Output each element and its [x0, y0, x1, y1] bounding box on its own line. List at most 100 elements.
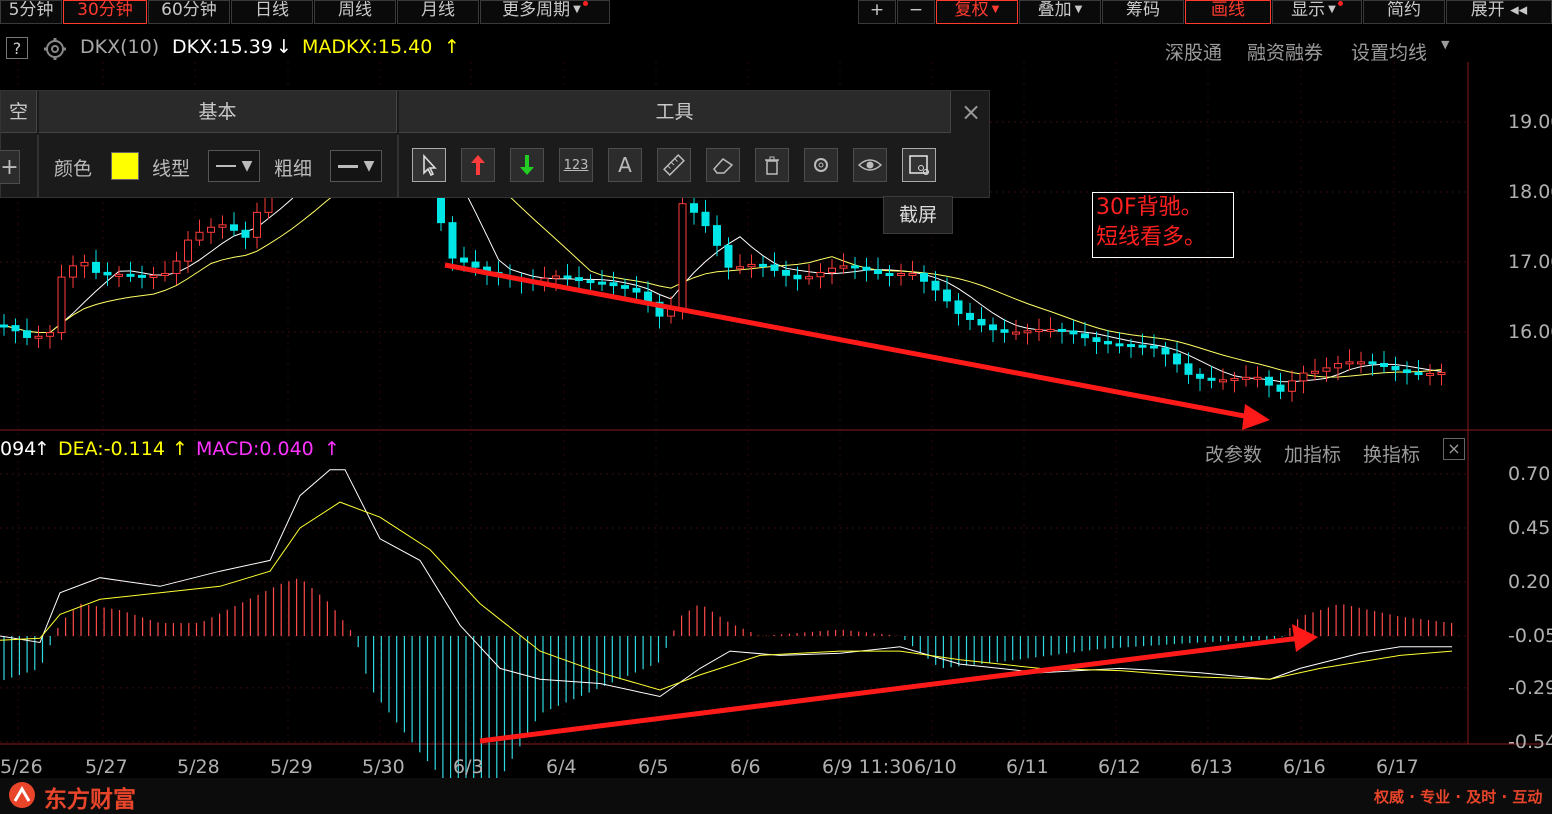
- status-bar: [0, 778, 1552, 814]
- candle-body: [724, 244, 733, 268]
- right_buttons-label: +: [869, 0, 885, 20]
- candle-body: [839, 265, 848, 269]
- right_buttons-label: 筹码: [1126, 0, 1160, 20]
- candle-body: [989, 324, 997, 331]
- link-ma-settings[interactable]: 设置均线: [1351, 38, 1427, 65]
- periods-button-4[interactable]: 周线: [314, 0, 396, 24]
- right_buttons-button-3[interactable]: 叠加 ▼: [1019, 0, 1101, 24]
- periods-label: 更多周期: [502, 0, 571, 20]
- candle-body: [885, 273, 894, 277]
- periods-label: 5分钟: [8, 0, 54, 20]
- candle-body: [115, 273, 123, 277]
- dkx-arrow: ↓: [276, 36, 292, 58]
- arrow-head-icon: [1242, 404, 1270, 430]
- trash-icon[interactable]: [755, 148, 789, 182]
- candle-body: [138, 274, 146, 278]
- periods-button-0[interactable]: 5分钟: [0, 0, 62, 24]
- link-margin-trading[interactable]: 融资融券: [1247, 38, 1323, 65]
- dif-line: [0, 469, 1452, 698]
- candle-body: [563, 275, 572, 279]
- candle-body: [609, 282, 618, 287]
- line-type-select[interactable]: ▼: [208, 150, 260, 182]
- gear-icon[interactable]: [804, 148, 838, 182]
- candle-body: [943, 289, 951, 302]
- candle-body: [184, 239, 192, 262]
- candle-body: [1368, 361, 1377, 365]
- candle-body: [46, 332, 54, 337]
- macd-tick: -0.05: [1508, 625, 1552, 647]
- eye-icon[interactable]: [853, 148, 887, 182]
- right_buttons-label: 简约: [1387, 0, 1421, 20]
- candle-body: [172, 260, 181, 274]
- periods-button-5[interactable]: 月线: [397, 0, 479, 24]
- eraser-icon[interactable]: [706, 148, 740, 182]
- right_buttons-button-0[interactable]: +: [858, 0, 896, 24]
- tools-section-title: 工具: [399, 91, 951, 133]
- chevron-down-icon[interactable]: ▼: [1441, 38, 1449, 51]
- date-tick: 6/3: [453, 756, 484, 778]
- candle-body: [1092, 337, 1101, 342]
- periods-button-1[interactable]: 30分钟: [63, 0, 147, 24]
- candle-body: [782, 269, 790, 276]
- candle-body: [851, 265, 859, 269]
- link-switch-indicator[interactable]: 换指标: [1363, 440, 1420, 467]
- right_buttons-button-4[interactable]: 筹码: [1102, 0, 1184, 24]
- candle-body: [57, 276, 66, 334]
- candle-body: [195, 231, 204, 241]
- periods-label: 周线: [338, 0, 372, 20]
- period-toolbar: 5分钟 30分钟 60分钟 日线 周线 月线 更多周期 ▼ + − 复权 ▼ 叠加 ▼ 筹码 画线 显示 ▼ 简约展…: [0, 0, 1552, 24]
- periods-button-3[interactable]: 日线: [231, 0, 313, 24]
- candle-body: [149, 274, 158, 278]
- color-swatch[interactable]: [111, 152, 139, 180]
- right_buttons-button-5[interactable]: 画线: [1185, 0, 1271, 24]
- close-icon[interactable]: ×: [953, 91, 989, 133]
- brand-logo-icon: [9, 782, 35, 808]
- macd-tick: 0.20: [1508, 571, 1551, 593]
- right_buttons-button-1[interactable]: −: [897, 0, 935, 24]
- candle-body: [80, 261, 89, 267]
- date-tick: 6/11: [1006, 756, 1049, 778]
- up-arrow-icon[interactable]: [461, 148, 495, 182]
- candle-body: [736, 266, 744, 270]
- add-stub-button[interactable]: +: [0, 150, 20, 184]
- candle-body: [103, 271, 112, 276]
- candle-body: [207, 226, 215, 233]
- candle-body: [471, 261, 480, 268]
- text-icon[interactable]: A: [608, 148, 642, 182]
- link-change-params[interactable]: 改参数: [1205, 440, 1262, 467]
- candle-body: [1184, 363, 1193, 375]
- dea-arrow: ↑: [172, 438, 188, 460]
- macd-tick: 0.45: [1508, 517, 1551, 539]
- price-tick: 16.00: [1508, 321, 1552, 343]
- right_buttons-button-7[interactable]: 简约: [1363, 0, 1445, 24]
- candle-body: [816, 271, 825, 278]
- screenshot-icon[interactable]: [902, 148, 936, 182]
- ruler-icon[interactable]: [657, 148, 691, 182]
- periods-label: 30分钟: [77, 0, 133, 20]
- periods-button-6[interactable]: 更多周期 ▼: [480, 0, 610, 24]
- down-arrow-icon[interactable]: [510, 148, 544, 182]
- candle-body: [1104, 340, 1112, 345]
- cursor-icon[interactable]: [412, 148, 446, 182]
- candle-body: [1081, 333, 1089, 339]
- date-tick: 6/5: [638, 756, 669, 778]
- right_buttons-button-2[interactable]: 复权 ▼: [936, 0, 1018, 24]
- gear-icon[interactable]: [40, 36, 70, 62]
- help-button[interactable]: ?: [6, 37, 28, 59]
- right_buttons-button-8[interactable]: 展开 ◂◂: [1446, 0, 1552, 24]
- link-add-indicator[interactable]: 加指标: [1284, 440, 1341, 467]
- link-shenzhen-connect[interactable]: 深股通: [1165, 38, 1222, 65]
- periods-button-2[interactable]: 60分钟: [148, 0, 230, 24]
- line-width-select[interactable]: ▼: [330, 150, 382, 182]
- close-icon[interactable]: ×: [1443, 438, 1465, 460]
- candle-body: [931, 280, 940, 291]
- dif-value: 094: [0, 438, 37, 460]
- right_buttons-button-6[interactable]: 显示 ▼: [1272, 0, 1362, 24]
- date-tick: 5/28: [177, 756, 220, 778]
- annotation-box[interactable]: 30F背驰。 短线看多。: [1092, 192, 1234, 258]
- number-icon[interactable]: 123: [559, 148, 593, 182]
- color-label: 颜色: [54, 158, 93, 180]
- candle-body: [23, 330, 31, 338]
- chevron-down-icon: ▼: [1074, 4, 1083, 15]
- date-tick: 5/26: [0, 756, 43, 778]
